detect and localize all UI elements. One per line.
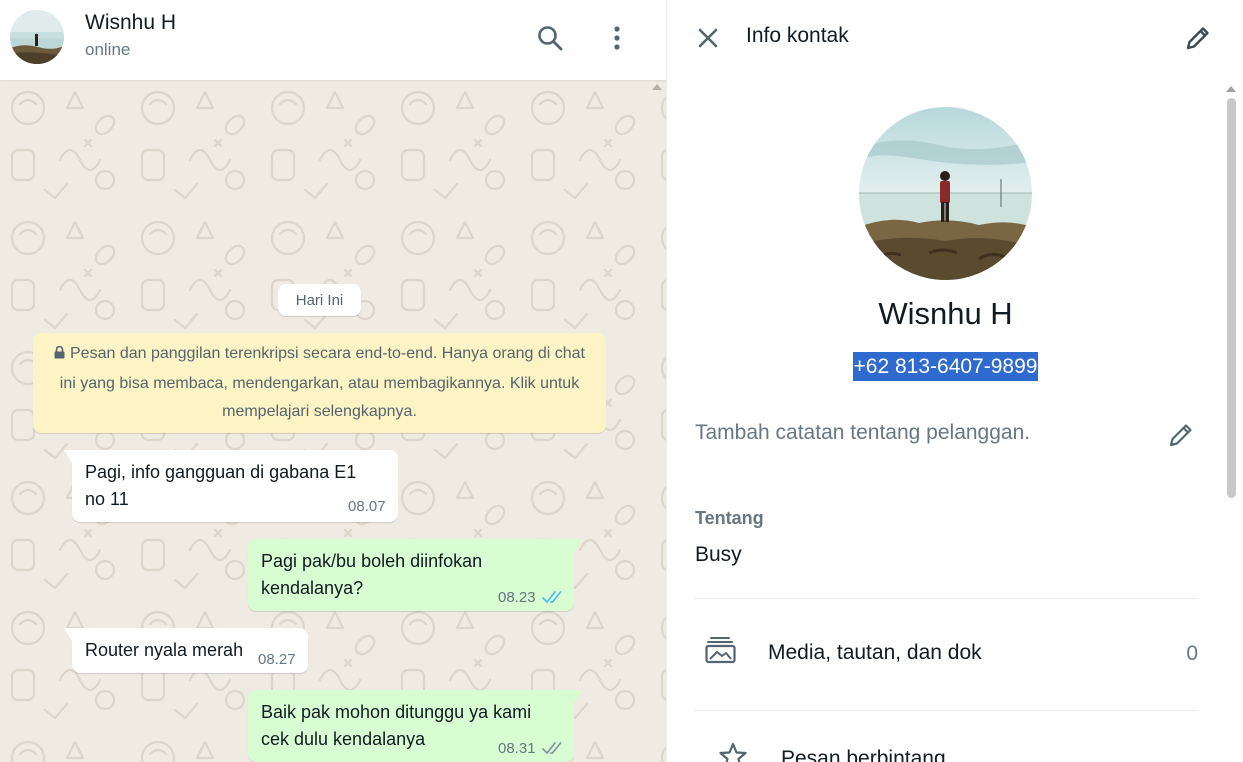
message-time: 08.31	[498, 740, 536, 757]
divider	[695, 598, 1198, 599]
message-line: cek dulu kendalanya	[261, 729, 426, 749]
scroll-up-arrow[interactable]	[652, 84, 662, 90]
date-chip: Hari Ini	[278, 284, 361, 316]
close-icon	[698, 28, 718, 48]
media-links-docs-row[interactable]: Media, tautan, dan dok 0	[695, 620, 1198, 688]
about-label: Tentang	[695, 508, 764, 528]
contact-avatar[interactable]	[10, 10, 64, 64]
bubble-tail	[64, 628, 72, 641]
message-line: Router nyala merah	[85, 640, 244, 660]
encryption-notice[interactable]: Pesan dan panggilan terenkripsi secara e…	[33, 333, 606, 433]
message-bubble[interactable]: Pagi pak/bu boleh diinfokan kendalanya? …	[248, 539, 582, 611]
phone-number[interactable]: +62 813-6407-9899	[852, 352, 1039, 381]
message-text: Router nyala merah	[85, 637, 243, 664]
search-button[interactable]	[530, 20, 570, 56]
message-text: Baik pak mohon ditunggu ya kami cek dulu…	[261, 699, 531, 753]
message-time: 08.27	[258, 651, 296, 668]
contact-display-name: Wisnhu H	[878, 296, 1013, 331]
contact-status: online	[85, 40, 131, 59]
message-line: Baik pak mohon ditunggu ya kami	[261, 702, 532, 722]
contact-name[interactable]: Wisnhu H	[85, 11, 176, 35]
starred-messages-label: Pesan berbintang	[781, 747, 946, 762]
menu-button[interactable]	[597, 20, 637, 56]
info-title: Info kontak	[746, 24, 849, 47]
phone-row: +62 813-6407-9899	[667, 352, 1224, 381]
message-bubble[interactable]: Router nyala merah 08.27	[64, 628, 308, 673]
kebab-menu-icon	[614, 26, 620, 50]
info-scrollbar-thumb[interactable]	[1227, 98, 1236, 498]
bubble-tail	[574, 539, 582, 552]
close-button[interactable]	[688, 18, 728, 58]
message-time: 08.23	[498, 589, 536, 606]
message-bubble[interactable]: Baik pak mohon ditunggu ya kami cek dulu…	[248, 690, 582, 762]
message-text: Pagi, info gangguan di gabana E1 no 11	[85, 459, 356, 513]
star-icon	[719, 742, 747, 762]
double-check-icon	[542, 742, 562, 754]
message-bubble[interactable]: Pagi, info gangguan di gabana E1 no 11 0…	[64, 450, 398, 522]
pencil-icon	[1186, 27, 1209, 50]
lock-icon	[54, 341, 65, 370]
bubble-tail	[574, 690, 582, 703]
media-gallery-icon	[705, 637, 736, 664]
info-scroll-up-arrow[interactable]	[1226, 86, 1236, 92]
media-count: 0	[1186, 642, 1198, 665]
message-time: 08.07	[348, 498, 386, 515]
message-line: Pagi, info gangguan di gabana E1	[85, 462, 357, 482]
edit-contact-button[interactable]	[1178, 18, 1218, 58]
message-text: Pagi pak/bu boleh diinfokan kendalanya?	[261, 548, 482, 602]
message-line: Pagi pak/bu boleh diinfokan	[261, 551, 483, 571]
pencil-icon	[1169, 424, 1192, 447]
media-label: Media, tautan, dan dok	[768, 641, 982, 664]
message-line: kendalanya?	[261, 578, 364, 598]
chat-header: Wisnhu H online	[0, 0, 666, 80]
chat-pane: Wisnhu H online Hari Ini Pesan dan pangg…	[0, 0, 666, 762]
about-value: Busy	[695, 543, 742, 566]
bubble-tail	[64, 450, 72, 463]
customer-note-placeholder[interactable]: Tambah catatan tentang pelanggan.	[695, 421, 1030, 445]
double-check-icon	[542, 591, 562, 603]
edit-note-button[interactable]	[1161, 415, 1201, 455]
message-line: no 11	[85, 489, 129, 509]
search-icon	[538, 26, 563, 51]
contact-info-pane: Info kontak Wisnhu H +62 813-6407-9899 T…	[666, 0, 1243, 762]
starred-messages-row[interactable]: Pesan berbintang	[695, 732, 1198, 762]
divider	[695, 710, 1198, 711]
contact-profile-photo[interactable]	[859, 107, 1032, 280]
encryption-notice-text: Pesan dan panggilan terenkripsi secara e…	[59, 345, 585, 420]
